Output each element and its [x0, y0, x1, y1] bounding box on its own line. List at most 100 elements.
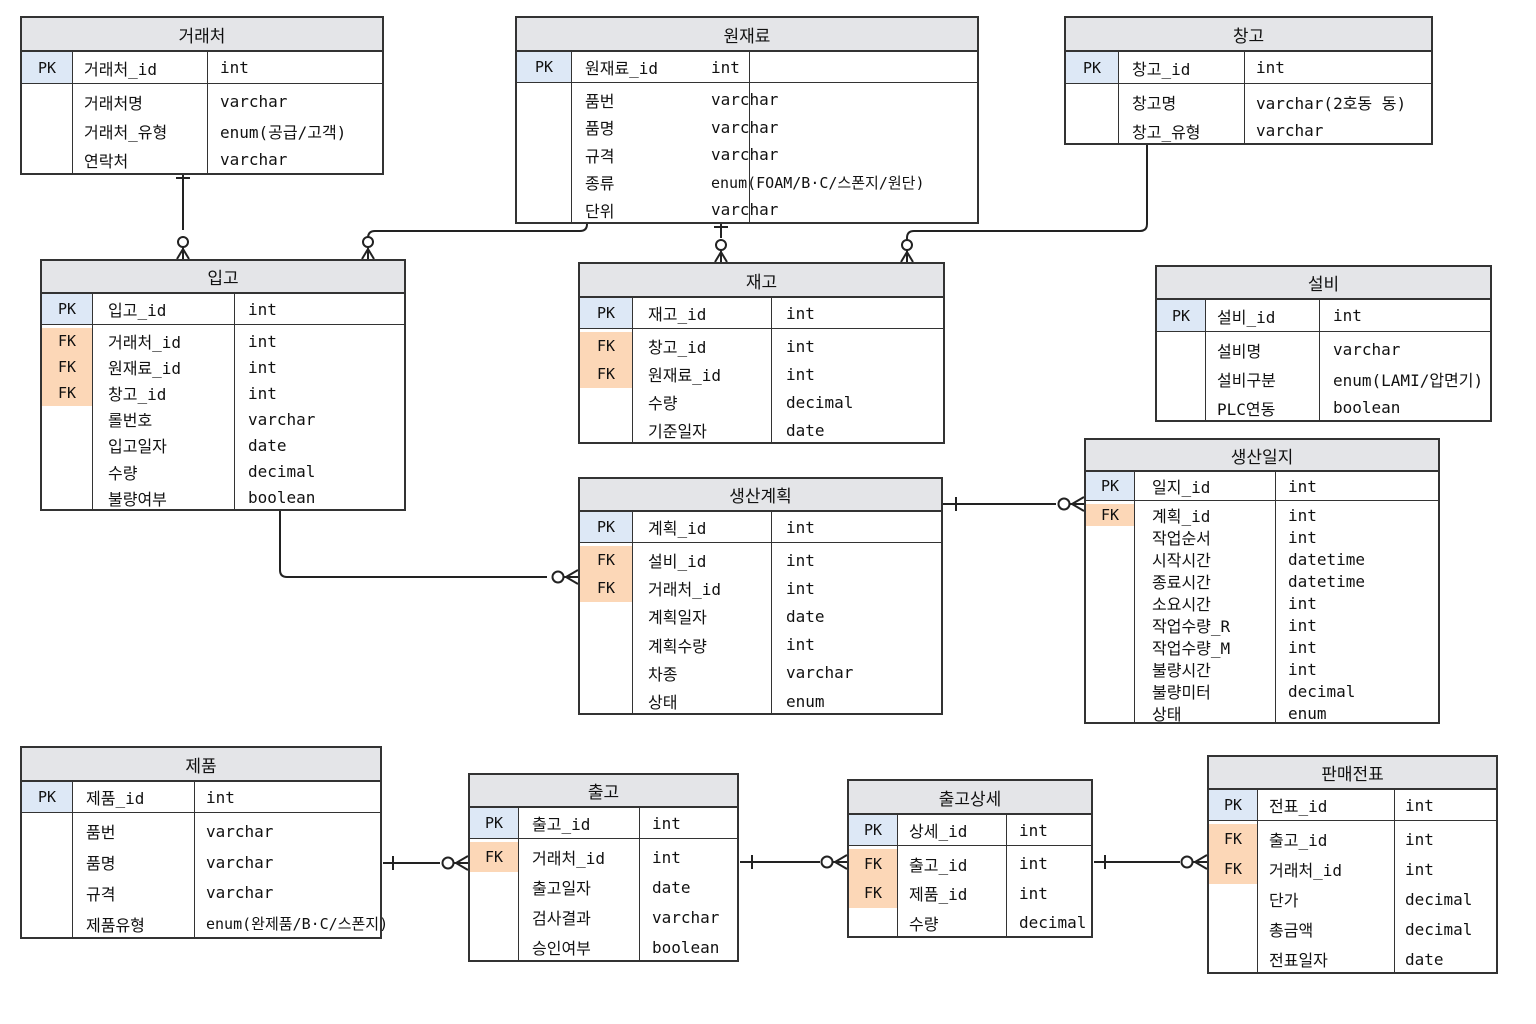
- entity-sales-slip[interactable]: 판매전표 PK 전표_id int FK 출고_id int FK 거래처_id int 단가 dec…: [1207, 755, 1498, 974]
- column-row[interactable]: FK 거래처_id int: [1209, 854, 1496, 884]
- column-row[interactable]: 기준일자 date: [580, 416, 943, 444]
- entity-shipment-detail[interactable]: 출고상세 PK 상세_id int FK 출고_id int FK 제품_id int 수량 deci…: [847, 779, 1093, 938]
- column-row[interactable]: 불량시간 int: [1086, 658, 1438, 681]
- column-row[interactable]: PK 상세_id int: [849, 815, 1091, 845]
- column-row[interactable]: 종료시간 datetime: [1086, 570, 1438, 593]
- column-row[interactable]: 전표일자 date: [1209, 944, 1496, 974]
- column-row[interactable]: 단가 decimal: [1209, 884, 1496, 914]
- column-row[interactable]: 품명 varchar: [22, 847, 380, 878]
- column-row[interactable]: 작업수량_R int: [1086, 614, 1438, 637]
- column-row[interactable]: PK 설비_id int: [1157, 300, 1490, 331]
- primary-key-divider: [1066, 83, 1431, 84]
- column-row[interactable]: FK 거래처_id int: [42, 328, 404, 355]
- column-row[interactable]: 불량미터 decimal: [1086, 680, 1438, 703]
- column-row[interactable]: 품번 varchar: [517, 86, 977, 114]
- column-type: date: [786, 606, 825, 626]
- entity-title: 거래처: [22, 18, 382, 52]
- column-row[interactable]: PK 원재료_id int: [517, 52, 977, 82]
- column-row[interactable]: 출고일자 date: [470, 872, 737, 902]
- fk-badge: FK: [42, 328, 92, 355]
- column-row[interactable]: 계획수량 int: [580, 631, 941, 659]
- column-name: 설비구분: [1217, 370, 1276, 390]
- column-row[interactable]: 제품유형 enum(완제품/B·C/스폰지): [22, 908, 388, 939]
- primary-key-divider: [1157, 331, 1490, 332]
- entity-inventory[interactable]: 재고 PK 재고_id int FK 창고_id int FK 원재료_id int 수량 decim…: [578, 262, 945, 444]
- column-row[interactable]: PK 거래처_id int: [22, 52, 382, 83]
- key-cell: [580, 631, 632, 659]
- entity-vendor[interactable]: 거래처 PK 거래처_id int 거래처명 varchar 거래처_유형 enum(공급/고…: [20, 16, 384, 175]
- column-row[interactable]: 불량여부 boolean: [42, 485, 404, 511]
- column-name: 출고일자: [532, 879, 591, 898]
- column-row[interactable]: 거래처_유형 enum(공급/고객): [22, 116, 382, 145]
- column-row[interactable]: 시작시간 datetime: [1086, 548, 1438, 571]
- column-row[interactable]: 창고_유형 varchar: [1066, 116, 1431, 145]
- column-row[interactable]: 계획일자 date: [580, 602, 941, 630]
- column-row[interactable]: FK 설비_id int: [580, 546, 941, 575]
- column-row[interactable]: 총금액 decimal: [1209, 914, 1496, 944]
- column-row[interactable]: PK 일지_id int: [1086, 472, 1438, 500]
- column-row[interactable]: 소요시간 int: [1086, 592, 1438, 615]
- column-row[interactable]: FK 출고_id int: [849, 849, 1091, 879]
- column-type: enum(FOAM/B·C/스폰지/원단): [711, 173, 925, 192]
- column-row[interactable]: PK 창고_id int: [1066, 52, 1431, 83]
- column-row[interactable]: 검사결과 varchar: [470, 902, 737, 932]
- column-row[interactable]: FK 창고_id int: [42, 380, 404, 407]
- column-row[interactable]: 수량 decimal: [849, 908, 1091, 938]
- column-row[interactable]: PK 입고_id int: [42, 294, 404, 324]
- column-name: PLC연동: [1217, 399, 1276, 419]
- column-row[interactable]: 종류 enum(FOAM/B·C/스폰지/원단): [517, 169, 977, 197]
- column-row[interactable]: 작업수량_M int: [1086, 636, 1438, 659]
- entity-title: 출고상세: [849, 781, 1091, 815]
- column-row[interactable]: 연락처 varchar: [22, 145, 382, 174]
- entity-warehouse[interactable]: 창고 PK 창고_id int 창고명 varchar(2호동 동) 창고_유형 varcha…: [1064, 16, 1433, 146]
- column-row[interactable]: 단위 varchar: [517, 196, 977, 224]
- column-row[interactable]: FK 거래처_id int: [580, 574, 941, 603]
- column-row[interactable]: PLC연동 boolean: [1157, 393, 1490, 422]
- column-type: varchar: [1256, 121, 1324, 141]
- column-row[interactable]: PK 계획_id int: [580, 512, 941, 542]
- column-row[interactable]: FK 출고_id int: [1209, 824, 1496, 854]
- entity-material[interactable]: 원재료 PK 원재료_id int 품번 varchar 품명 varchar 규격 varcha…: [515, 16, 979, 224]
- column-name: 상태: [1152, 705, 1182, 724]
- column-row[interactable]: 수량 decimal: [580, 388, 943, 416]
- column-row[interactable]: 작업순서 int: [1086, 526, 1438, 549]
- column-row[interactable]: 설비구분 enum(LAMI/압면기): [1157, 364, 1490, 393]
- column-row[interactable]: PK 전표_id int: [1209, 790, 1496, 820]
- relationship-receiving-plan: [279, 503, 547, 578]
- column-row[interactable]: FK 원재료_id int: [580, 360, 943, 388]
- column-row[interactable]: FK 창고_id int: [580, 332, 943, 360]
- column-row[interactable]: 차종 varchar: [580, 659, 941, 687]
- column-row[interactable]: 승인여부 boolean: [470, 932, 737, 962]
- column-row[interactable]: FK 원재료_id int: [42, 354, 404, 381]
- column-row[interactable]: FK 계획_id int: [1086, 504, 1438, 526]
- column-row[interactable]: 상태 enum: [1086, 702, 1438, 725]
- column-row[interactable]: 입고일자 date: [42, 432, 404, 458]
- column-row[interactable]: FK 거래처_id int: [470, 842, 737, 872]
- column-row[interactable]: 창고명 varchar(2호동 동): [1066, 87, 1431, 116]
- column-row[interactable]: PK 출고_id int: [470, 808, 737, 838]
- column-row[interactable]: 거래처명 varchar: [22, 87, 382, 116]
- column-row[interactable]: FK 제품_id int: [849, 878, 1091, 908]
- column-row[interactable]: 상태 enum: [580, 687, 941, 715]
- pk-badge: PK: [1066, 52, 1118, 83]
- column-row[interactable]: PK 제품_id int: [22, 782, 380, 812]
- entity-plan[interactable]: 생산계획 PK 계획_id int FK 설비_id int FK 거래처_id int 계획일자 d…: [578, 477, 943, 716]
- column-row[interactable]: 품명 varchar: [517, 114, 977, 142]
- key-cell: [42, 432, 92, 458]
- column-row[interactable]: 설비명 varchar: [1157, 335, 1490, 364]
- column-name: 종료시간: [1152, 573, 1211, 592]
- entity-shipment[interactable]: 출고 PK 출고_id int FK 거래처_id int 출고일자 date 검사결과 varch…: [468, 773, 739, 962]
- column-row[interactable]: 규격 varchar: [517, 141, 977, 169]
- entity-equipment[interactable]: 설비 PK 설비_id int 설비명 varchar 설비구분 enum(LAMI/압면기)…: [1155, 265, 1492, 422]
- column-name: 설비_id: [648, 552, 707, 572]
- entity-receiving[interactable]: 입고 PK 입고_id int FK 거래처_id int FK 원재료_id int FK 창고_i…: [40, 259, 406, 511]
- entity-log[interactable]: 생산일지 PK 일지_id int FK 계획_id int 작업순서 int 시작시간 datet…: [1084, 438, 1440, 724]
- zero-circle-marker: [551, 570, 565, 584]
- column-row[interactable]: 수량 decimal: [42, 459, 404, 485]
- column-row[interactable]: 규격 varchar: [22, 878, 380, 909]
- column-row[interactable]: PK 재고_id int: [580, 298, 943, 328]
- column-name: 거래처_id: [108, 333, 182, 353]
- column-row[interactable]: 롤번호 varchar: [42, 406, 404, 432]
- column-row[interactable]: 품번 varchar: [22, 816, 380, 847]
- entity-product[interactable]: 제품 PK 제품_id int 품번 varchar 품명 varchar 규격 varchar 제…: [20, 746, 388, 940]
